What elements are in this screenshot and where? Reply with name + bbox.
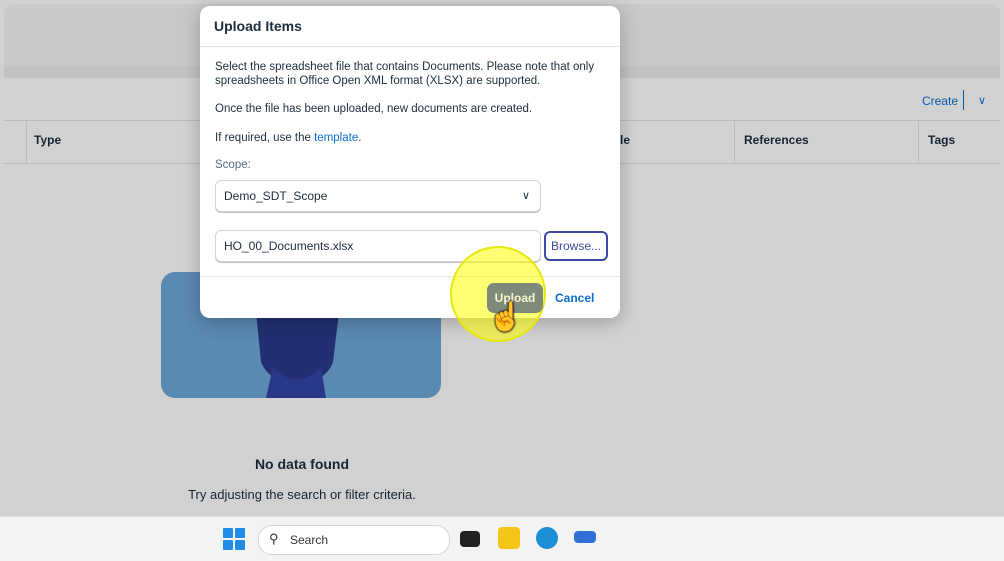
edge-browser-icon[interactable] xyxy=(536,527,558,549)
template-prefix: If required, use the xyxy=(215,132,311,144)
file-name-value: HO_00_Documents.xlsx xyxy=(224,239,354,253)
dialog-footer-divider xyxy=(200,276,620,277)
app-icon[interactable] xyxy=(574,531,596,543)
scope-label: Scope: xyxy=(215,159,251,171)
browse-button[interactable]: Browse... xyxy=(544,231,608,261)
template-link[interactable]: template xyxy=(314,132,358,144)
search-icon: ⚲ xyxy=(269,531,279,546)
scope-select[interactable]: Demo_SDT_Scope ∨ xyxy=(215,180,541,212)
dialog-title: Upload Items xyxy=(214,18,302,34)
taskbar-search-input[interactable]: ⚲ Search xyxy=(258,525,450,555)
template-line: If required, use the template. xyxy=(215,131,610,145)
file-explorer-icon[interactable] xyxy=(498,527,520,549)
taskbar: ⚲ Search xyxy=(0,516,1004,561)
template-suffix: . xyxy=(358,132,362,144)
upload-items-dialog: Upload Items Select the spreadsheet file… xyxy=(200,6,620,318)
taskbar-search-placeholder: Search xyxy=(290,533,329,547)
dialog-instructions: Select the spreadsheet file that contain… xyxy=(215,61,595,87)
dialog-header-divider xyxy=(200,46,620,47)
chevron-down-icon[interactable]: ∨ xyxy=(522,189,530,202)
windows-start-icon[interactable] xyxy=(223,528,245,550)
hand-cursor-icon: ☝ xyxy=(488,301,523,332)
scope-select-value: Demo_SDT_Scope xyxy=(224,189,328,203)
task-view-icon[interactable] xyxy=(460,531,480,547)
dialog-info: Once the file has been uploaded, new doc… xyxy=(215,103,533,115)
cancel-button[interactable]: Cancel xyxy=(555,291,594,305)
